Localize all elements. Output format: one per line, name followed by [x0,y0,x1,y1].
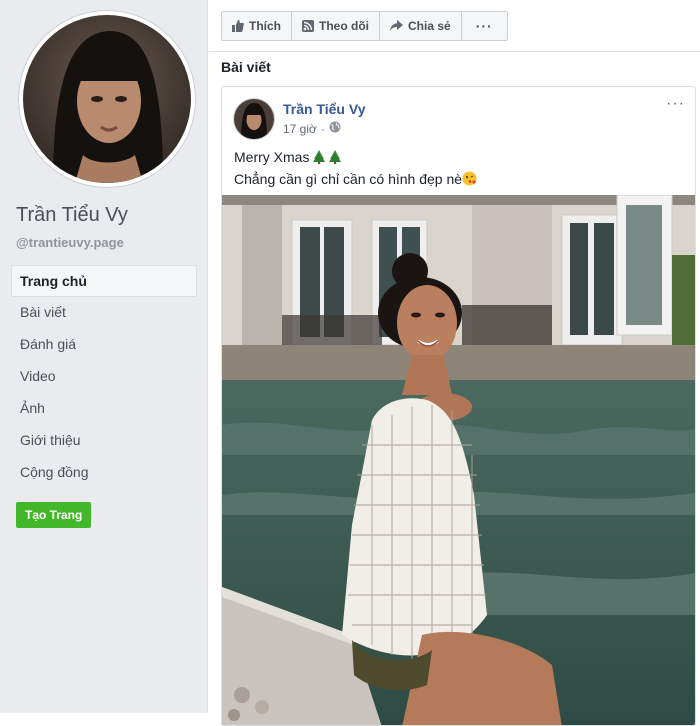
rss-feed-icon [302,20,314,32]
like-label: Thích [249,19,281,33]
thumbs-up-icon [232,20,244,32]
nav-item-community[interactable]: Cộng đồng [11,457,197,489]
ellipsis-icon: ··· [475,18,493,34]
post-text: Merry Xmas Chẳng cần gì chỉ cần có hình … [234,147,477,191]
nav-item-home[interactable]: Trang chủ [11,265,197,297]
nav-item-photos[interactable]: Ảnh [11,393,197,425]
more-options-button[interactable]: ··· [462,12,507,40]
nav-item-about[interactable]: Giới thiệu [11,425,197,457]
nav-item-videos[interactable]: Video [11,361,197,393]
profile-picture[interactable] [19,11,195,187]
kissing-face-icon [462,171,477,191]
post-line-1: Merry Xmas [234,149,310,165]
globe-icon[interactable] [329,121,341,136]
nav-item-posts[interactable]: Bài viết [11,297,197,329]
follow-button[interactable]: Theo dõi [292,12,380,40]
share-arrow-icon [390,20,403,32]
post-timestamp[interactable]: 17 giờ [283,122,317,136]
share-label: Chia sẻ [408,19,451,33]
avatar [23,15,191,183]
post-options-button[interactable]: ··· [666,96,685,112]
page-nav: Trang chủ Bài viết Đánh giá Video Ảnh Gi… [11,265,197,489]
post-author-name[interactable]: Trần Tiểu Vy [283,101,365,117]
section-title-posts: Bài viết [221,59,271,75]
meta-separator: · [320,121,325,136]
post-line-2: Chẳng cần gì chỉ cần có hình đẹp nè [234,171,463,187]
page-action-bar: Thích Theo dõi Chia sẻ ··· [221,11,508,41]
create-page-button[interactable]: Tạo Trang [16,502,92,528]
share-button[interactable]: Chia sẻ [380,12,462,40]
left-sidebar: Trần Tiểu Vy @trantieuvy.page Trang chủ … [0,0,208,713]
christmas-tree-icon [329,149,342,169]
christmas-tree-icon [313,149,326,169]
like-button[interactable]: Thích [222,12,292,40]
post-card: Trần Tiểu Vy 17 giờ · ··· Merry Xmas Chẳ… [221,86,696,726]
post-photo[interactable] [222,195,695,725]
divider [209,51,700,52]
page-handle[interactable]: @trantieuvy.page [16,235,124,250]
post-author-avatar[interactable] [234,99,274,139]
nav-item-reviews[interactable]: Đánh giá [11,329,197,361]
page-name[interactable]: Trần Tiểu Vy [16,204,128,227]
post-meta: 17 giờ · [283,121,341,136]
follow-label: Theo dõi [319,19,369,33]
